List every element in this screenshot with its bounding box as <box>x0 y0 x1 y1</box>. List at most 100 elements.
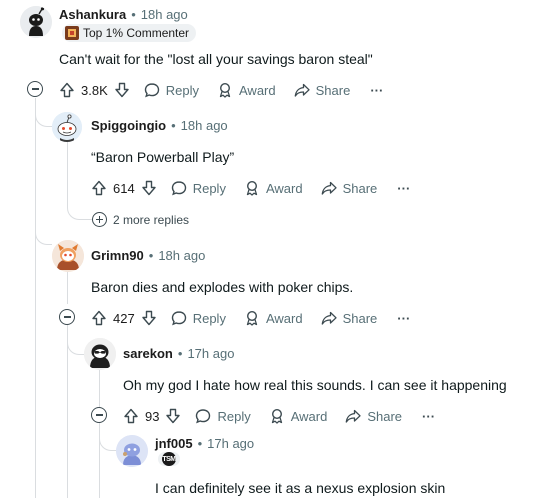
collapse-minus-icon <box>31 88 39 90</box>
reply-button[interactable]: Reply <box>144 82 199 98</box>
more-options-icon: ··· <box>397 180 411 196</box>
award-label: Award <box>265 180 303 196</box>
upvote-arrow-icon[interactable] <box>91 310 107 326</box>
speech-bubble-icon <box>171 311 186 326</box>
thread-line-spiggoingio <box>67 142 68 187</box>
more-replies-label: 2 more replies <box>113 212 190 227</box>
comment-actions: 427 Reply Award Share ··· <box>91 307 410 329</box>
avatar[interactable] <box>20 6 52 38</box>
collapse-minus-icon <box>95 414 103 416</box>
more-options-button[interactable]: ··· <box>422 409 435 424</box>
avatar[interactable] <box>84 338 116 370</box>
comment-actions: 614 Reply Award Share ··· <box>91 177 410 199</box>
more-replies-button[interactable]: 2 more replies <box>92 212 189 227</box>
thread-line-sarekon <box>99 370 100 408</box>
more-options-button[interactable]: ··· <box>370 83 383 98</box>
username[interactable]: Ashankura <box>59 7 126 22</box>
username[interactable]: Grimn90 <box>91 248 144 263</box>
upvote-arrow-icon[interactable] <box>59 82 75 98</box>
award-ribbon-icon <box>246 180 258 196</box>
timestamp[interactable]: 17h ago <box>187 346 234 361</box>
award-ribbon-icon <box>271 408 282 424</box>
comment-meta: Spiggoingio • 18h ago <box>91 118 228 133</box>
comment-meta: Grimn90 • 18h ago <box>91 248 205 263</box>
vote-count: 3.8K <box>81 82 108 98</box>
expand-plus-icon <box>92 212 107 227</box>
award-button[interactable]: Award <box>244 310 303 326</box>
avatar[interactable] <box>52 112 82 142</box>
timestamp[interactable]: 18h ago <box>158 248 205 263</box>
comment-meta: jnf005 • 17h ago <box>155 436 254 451</box>
share-button[interactable]: Share <box>294 82 351 98</box>
comment-body: Baron dies and explodes with poker chips… <box>91 279 354 295</box>
share-arrow-icon <box>321 181 337 195</box>
comment-body: Oh my god I hate how real this sounds. I… <box>123 377 507 393</box>
more-options-button[interactable]: ··· <box>397 181 410 196</box>
downvote-arrow-icon[interactable] <box>141 180 157 196</box>
more-options-button[interactable]: ··· <box>397 311 410 326</box>
reply-label: Reply <box>217 408 251 424</box>
username[interactable]: jnf005 <box>155 436 193 451</box>
vote-count: 614 <box>113 180 135 196</box>
downvote-arrow-icon[interactable] <box>165 408 181 424</box>
thread-elbow-3 <box>67 324 84 355</box>
upvote-arrow-icon[interactable] <box>123 408 139 424</box>
award-label: Award <box>239 82 276 98</box>
timestamp[interactable]: 17h ago <box>207 436 254 451</box>
separator: • <box>171 118 176 133</box>
reply-button[interactable]: Reply <box>171 310 226 326</box>
comment-meta: Ashankura • 18h ago <box>59 7 188 22</box>
reply-label: Reply <box>165 82 199 98</box>
thread-elbow-1 <box>35 98 52 127</box>
thread-elbow-2 <box>35 220 52 245</box>
flair-icon <box>65 26 79 40</box>
thread-line-grimn <box>67 272 68 304</box>
vote-group: 427 <box>91 310 157 326</box>
reply-button[interactable]: Reply <box>195 408 251 424</box>
collapse-thread-button[interactable] <box>59 309 75 325</box>
vote-group: 3.8K <box>59 82 130 98</box>
award-ribbon-icon <box>219 82 231 98</box>
separator: • <box>177 346 183 361</box>
collapse-thread-button[interactable] <box>91 407 107 423</box>
award-ribbon-icon <box>246 310 258 326</box>
team-badge-icon: TSM <box>162 452 176 466</box>
avatar[interactable] <box>52 240 84 272</box>
user-flair: TSM <box>158 452 180 466</box>
share-arrow-icon <box>294 83 310 97</box>
award-button[interactable]: Award <box>244 180 303 196</box>
share-label: Share <box>342 310 378 326</box>
share-button[interactable]: Share <box>321 310 378 326</box>
collapse-thread-button[interactable] <box>27 81 43 97</box>
comment-actions: 3.8K Reply Award Share ··· <box>59 79 383 101</box>
speech-bubble-icon <box>171 181 186 196</box>
avatar[interactable] <box>116 435 148 467</box>
more-options-icon: ··· <box>397 310 411 326</box>
share-label: Share <box>315 82 351 98</box>
share-button[interactable]: Share <box>321 180 378 196</box>
comment-body: I can definitely see it as a nexus explo… <box>155 480 446 496</box>
thread-line-root <box>35 98 36 498</box>
username[interactable]: sarekon <box>123 346 173 361</box>
comment-actions: 93 Reply Award Share ··· <box>123 405 435 427</box>
share-label: Share <box>367 408 403 424</box>
separator: • <box>148 248 154 263</box>
reply-label: Reply <box>192 310 226 326</box>
downvote-arrow-icon[interactable] <box>141 310 157 326</box>
separator: • <box>131 7 136 22</box>
thread-elbow-4 <box>99 422 116 451</box>
award-button[interactable]: Award <box>217 82 276 98</box>
upvote-arrow-icon[interactable] <box>91 180 107 196</box>
share-button[interactable]: Share <box>345 408 402 424</box>
speech-bubble-icon <box>196 409 211 424</box>
award-label: Award <box>290 408 328 424</box>
timestamp[interactable]: 18h ago <box>181 118 228 133</box>
award-button[interactable]: Award <box>269 408 328 424</box>
comment-body: “Baron Powerball Play” <box>91 149 235 165</box>
flair-label: Top 1% Commenter <box>83 26 190 40</box>
share-label: Share <box>342 180 378 196</box>
timestamp[interactable]: 18h ago <box>141 7 188 22</box>
reply-button[interactable]: Reply <box>171 180 226 196</box>
downvote-arrow-icon[interactable] <box>114 82 130 98</box>
username[interactable]: Spiggoingio <box>91 118 166 133</box>
